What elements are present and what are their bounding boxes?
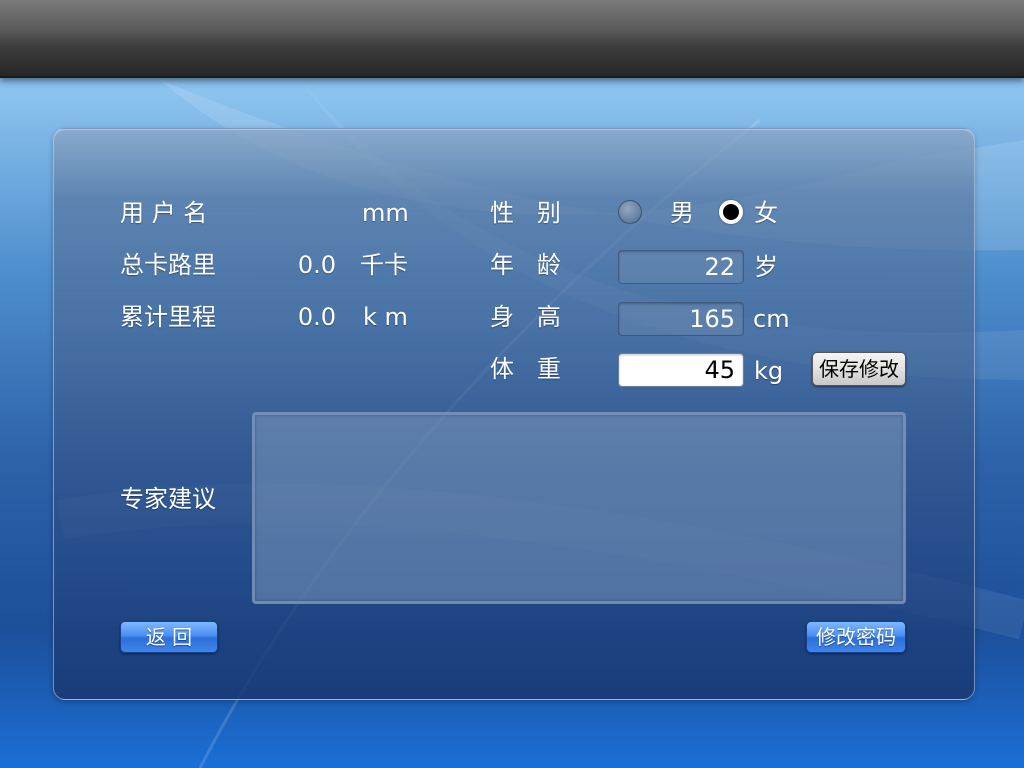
gender-male-label[interactable]: 男 [670,198,694,228]
height-unit: cm [753,305,790,333]
total-calories-label: 总卡路里 [120,251,216,279]
weight-input[interactable] [618,353,744,387]
age-label: 年 龄 [490,251,561,279]
total-calories-value: 0.0 [297,251,336,279]
gender-female-label[interactable]: 女 [754,198,778,228]
change-password-button[interactable]: 修改密码 [806,621,906,653]
expert-advice-label: 专家建议 [120,485,216,513]
gender-male-radio[interactable] [618,200,642,224]
total-distance-label: 累计里程 [120,303,216,331]
top-bar [0,0,1024,78]
username-unit: mm [362,199,409,227]
save-changes-button[interactable]: 保存修改 [812,352,906,386]
weight-label: 体 重 [490,355,561,383]
username-label: 用 户 名 [120,199,208,227]
gender-female-radio[interactable] [719,200,743,224]
age-unit: 岁 [754,253,778,281]
age-input[interactable] [618,250,744,284]
total-calories-unit: 千卡 [360,251,408,279]
gender-label: 性 别 [490,199,561,227]
expert-advice-box[interactable] [252,412,906,604]
total-distance-value: 0.0 [297,303,336,331]
total-distance-unit: k m [363,303,408,331]
height-label: 身 高 [490,303,561,331]
height-input[interactable] [618,302,744,336]
back-button[interactable]: 返 回 [120,621,218,653]
weight-unit: kg [754,357,784,385]
